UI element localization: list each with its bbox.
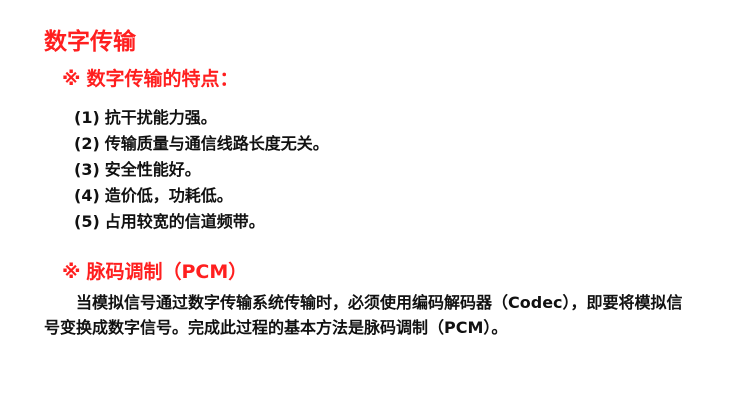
list-item: (4) 造价低，功耗低。	[74, 183, 329, 208]
list-item-number: (5)	[74, 212, 100, 231]
list-item: (1) 抗干扰能力强。	[74, 105, 329, 130]
list-item-text: 占用较宽的信道频带。	[104, 212, 265, 231]
list-item: (3) 安全性能好。	[74, 157, 329, 182]
list-item-number: (3)	[74, 160, 100, 179]
features-heading-text: 数字传输的特点：	[86, 68, 239, 90]
features-list: (1) 抗干扰能力强。 (2) 传输质量与通信线路长度无关。 (3) 安全性能好。 (…	[74, 105, 329, 235]
pcm-heading-text: 脉码调制（PCM）	[86, 261, 248, 283]
features-heading: ※ 数字传输的特点：	[62, 64, 239, 91]
reference-mark-icon: ※	[62, 68, 81, 90]
list-item-number: (1)	[74, 108, 100, 127]
list-item: (2) 传输质量与通信线路长度无关。	[74, 131, 329, 156]
page-title: 数字传输	[44, 29, 136, 55]
pcm-heading: ※ 脉码调制（PCM）	[62, 257, 247, 284]
list-item-number: (2)	[74, 134, 100, 153]
list-item-number: (4)	[74, 186, 100, 205]
reference-mark-icon: ※	[62, 261, 81, 283]
pcm-paragraph: 当模拟信号通过数字传输系统传输时，必须使用编码解码器（Codec），即要将模拟信…	[44, 293, 683, 337]
list-item-text: 安全性能好。	[104, 160, 201, 179]
list-item: (5) 占用较宽的信道频带。	[74, 209, 329, 234]
list-item-text: 造价低，功耗低。	[104, 186, 233, 205]
list-item-text: 传输质量与通信线路长度无关。	[104, 134, 329, 153]
list-item-text: 抗干扰能力强。	[104, 108, 217, 127]
